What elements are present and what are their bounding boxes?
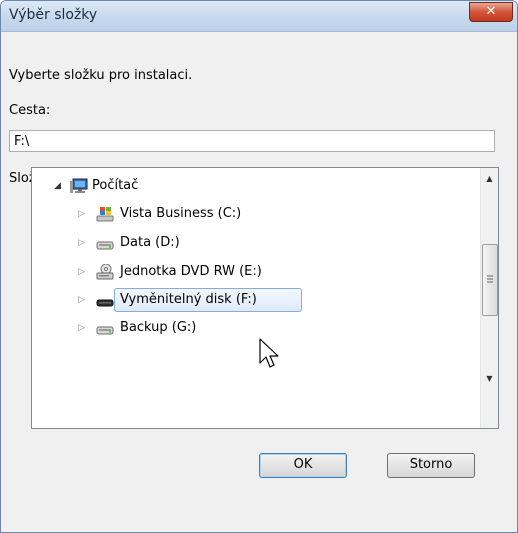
tree-item-drive-d[interactable]: ▷ Data (D:) bbox=[32, 231, 332, 255]
mouse-cursor-icon bbox=[259, 338, 279, 368]
scroll-up-icon[interactable]: ▲ bbox=[481, 170, 498, 187]
expand-arrow-icon[interactable]: ▷ bbox=[78, 209, 88, 219]
tree-item-drive-e[interactable]: ▷ Jednotka DVD RW (E:) bbox=[32, 260, 332, 284]
expand-arrow-icon[interactable]: ▷ bbox=[78, 238, 88, 248]
hard-drive-icon bbox=[96, 326, 114, 335]
windows-drive-icon bbox=[96, 207, 114, 222]
computer-icon bbox=[70, 178, 88, 193]
folder-picker-dialog: Výběr složky ✕ Vyberte složku pro instal… bbox=[0, 0, 518, 533]
scroll-down-icon[interactable]: ▼ bbox=[481, 370, 498, 387]
tree-item-label: Backup (G:) bbox=[120, 320, 197, 335]
path-input[interactable] bbox=[9, 130, 495, 152]
dialog-title: Výběr složky bbox=[9, 7, 98, 23]
grip-icon bbox=[487, 275, 493, 283]
scrollbar-thumb[interactable] bbox=[482, 244, 498, 316]
tree-item-label: Vyměnitelný disk (F:) bbox=[120, 292, 257, 307]
folder-tree[interactable]: ◢ Počítač ▷ Vista Business (C:) ▷ Data (… bbox=[31, 167, 499, 429]
tree-item-drive-c[interactable]: ▷ Vista Business (C:) bbox=[32, 202, 332, 226]
tree-item-label: Jednotka DVD RW (E:) bbox=[120, 264, 262, 279]
cancel-button[interactable]: Storno bbox=[387, 453, 475, 478]
expand-arrow-icon[interactable]: ▷ bbox=[78, 323, 88, 333]
vertical-scrollbar[interactable]: ▲ ▼ bbox=[480, 168, 498, 428]
tree-item-computer[interactable]: ◢ Počítač bbox=[32, 174, 332, 198]
tree-item-drive-g[interactable]: ▷ Backup (G:) bbox=[32, 316, 332, 340]
collapse-arrow-icon[interactable]: ◢ bbox=[54, 181, 64, 191]
tree-item-label: Vista Business (C:) bbox=[120, 206, 242, 221]
removable-disk-icon bbox=[96, 299, 114, 307]
tree-item-label: Data (D:) bbox=[120, 235, 180, 250]
hard-drive-icon bbox=[96, 241, 114, 250]
title-bar: Výběr složky ✕ bbox=[1, 1, 517, 32]
expand-arrow-icon[interactable]: ▷ bbox=[78, 295, 88, 305]
path-label: Cesta: bbox=[9, 103, 51, 118]
tree-item-label: Počítač bbox=[92, 178, 139, 193]
tree-item-drive-f[interactable]: ▷ Vyměnitelný disk (F:) bbox=[32, 288, 332, 312]
instruction-text: Vyberte složku pro instalaci. bbox=[9, 68, 193, 83]
dvd-drive-icon bbox=[96, 264, 114, 280]
ok-button[interactable]: OK bbox=[259, 453, 347, 478]
expand-arrow-icon[interactable]: ▷ bbox=[78, 267, 88, 277]
close-button[interactable]: ✕ bbox=[469, 2, 513, 22]
